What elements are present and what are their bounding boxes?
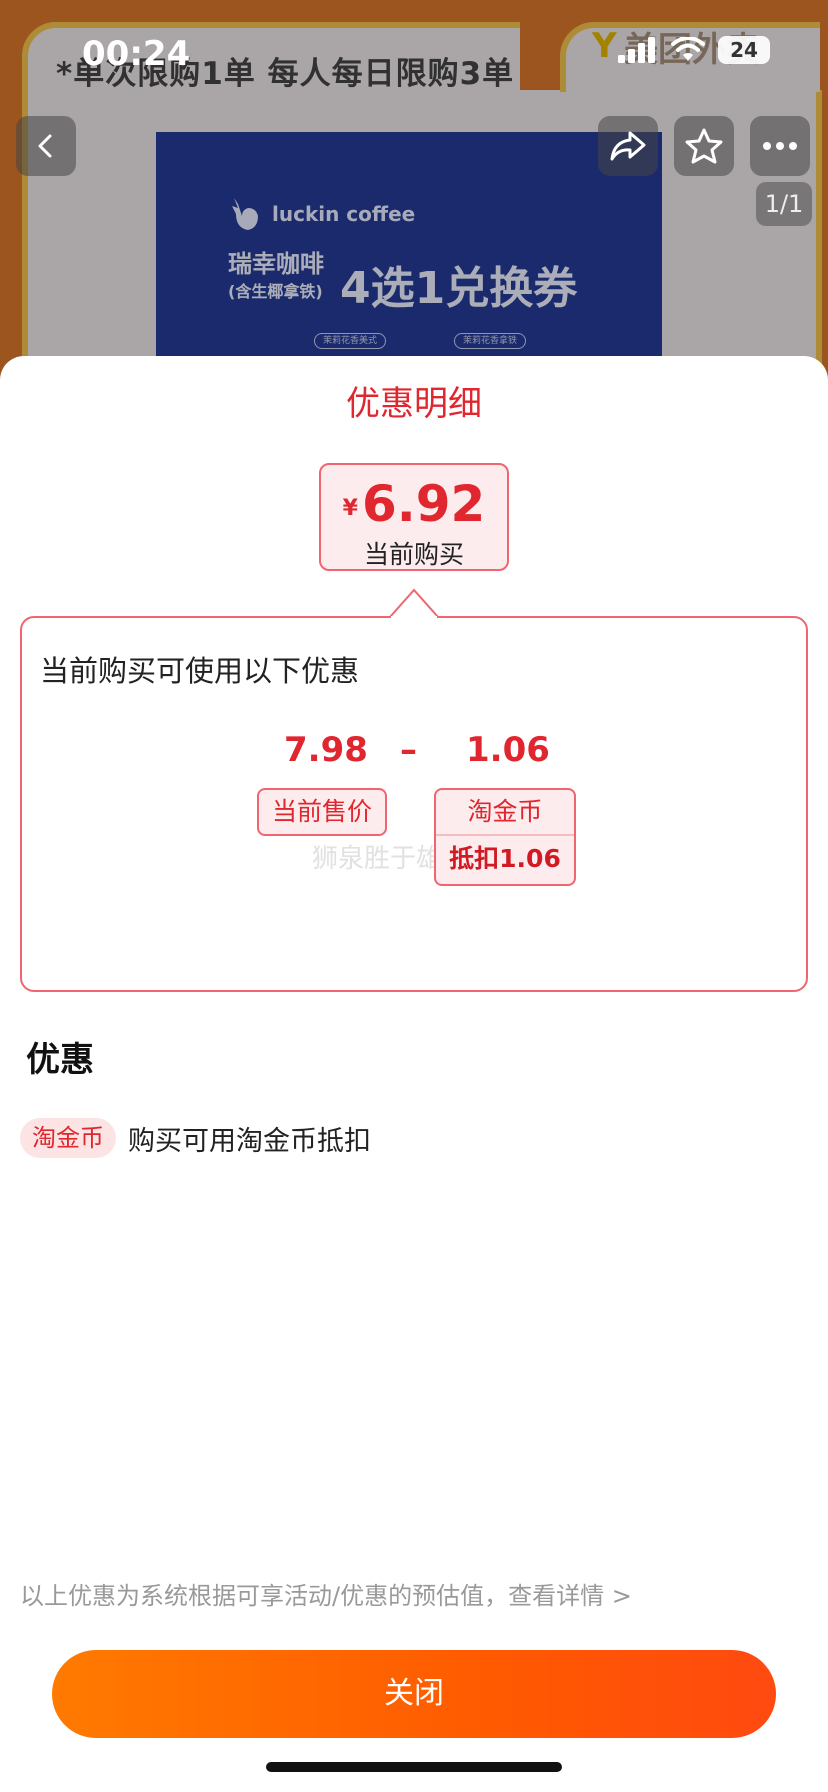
wifi-icon	[671, 37, 705, 61]
coin-deduction-tag: 淘金币 抵扣1.06	[434, 788, 576, 886]
current-price-box: ¥6.92 当前购买	[319, 463, 509, 571]
promo-item: 淘金币 购买可用淘金币抵扣	[20, 1118, 371, 1158]
star-icon	[685, 128, 723, 164]
card-pointer	[390, 588, 438, 618]
signal-icon	[618, 37, 655, 63]
card-heading: 当前购买可使用以下优惠	[40, 654, 360, 688]
discount-detail-sheet: 优惠明细 ¥6.92 当前购买 当前购买可使用以下优惠 7.98 – 1.06 …	[0, 356, 828, 1792]
more-button[interactable]	[750, 116, 810, 176]
status-icons: 24	[618, 36, 770, 64]
coin-badge: 淘金币	[20, 1118, 116, 1158]
view-details-link[interactable]: 以上优惠为系统根据可享活动/优惠的预估值，查看详情 >	[20, 1576, 632, 1611]
image-page-indicator: 1/1	[756, 182, 812, 226]
battery-icon: 24	[718, 36, 770, 64]
discount-calc-card: 当前购买可使用以下优惠 7.98 – 1.06 当前售价 狮泉胜于雄辩 淘金币 …	[20, 616, 808, 992]
original-price: 7.98	[284, 730, 368, 770]
discount-section-title: 优惠	[26, 1040, 94, 1080]
share-button[interactable]	[598, 116, 658, 176]
more-icon	[763, 142, 797, 150]
home-indicator	[266, 1762, 562, 1772]
promo-description: 购买可用淘金币抵扣	[128, 1125, 371, 1157]
coin-deduct-amount: 抵扣1.06	[449, 844, 561, 873]
currency-symbol: ¥	[342, 496, 358, 521]
current-price: 6.92	[361, 475, 486, 533]
share-icon	[610, 131, 646, 161]
current-price-label: 当前购买	[363, 540, 464, 569]
minus-sign: –	[400, 730, 417, 770]
current-price-tag: 当前售价	[257, 788, 387, 836]
status-time: 00:24	[82, 34, 191, 74]
coin-tag-label: 淘金币	[436, 790, 574, 836]
favorite-button[interactable]	[674, 116, 734, 176]
chevron-left-icon	[38, 134, 52, 158]
sheet-title: 优惠明细	[346, 384, 482, 424]
deduction-amount: 1.06	[466, 730, 550, 770]
close-button[interactable]: 关闭	[52, 1650, 776, 1738]
back-button[interactable]	[16, 116, 76, 176]
